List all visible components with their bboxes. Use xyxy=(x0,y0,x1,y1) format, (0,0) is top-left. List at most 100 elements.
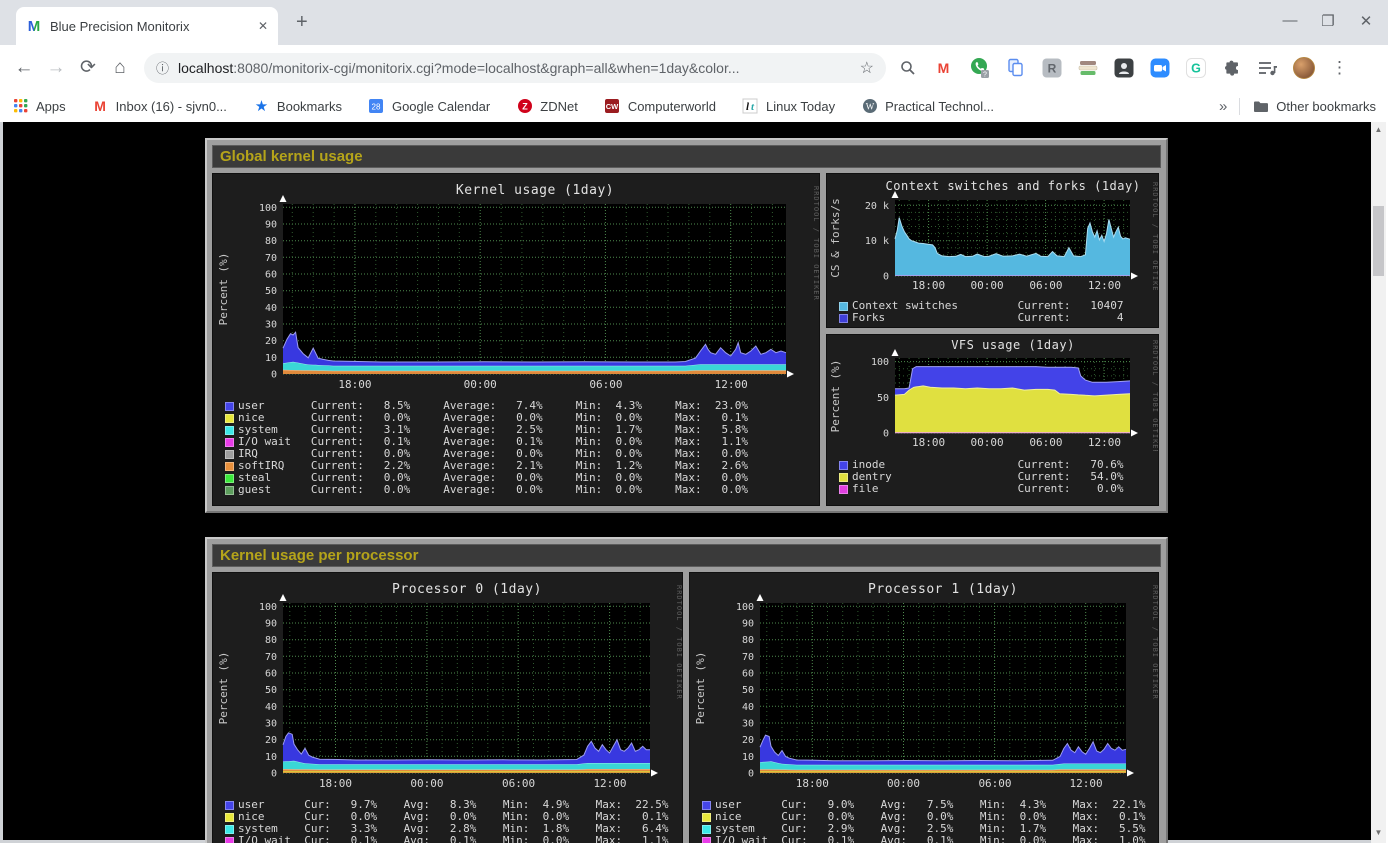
copy-pages-icon[interactable] xyxy=(1004,56,1027,79)
bookmark-item[interactable]: ★Bookmarks xyxy=(253,98,342,115)
other-bookmarks-button[interactable]: Other bookmarks xyxy=(1252,98,1376,115)
window-minimize-icon[interactable]: — xyxy=(1282,12,1298,30)
scrollbar-thumb[interactable] xyxy=(1373,206,1384,276)
section-title: Kernel usage per processor xyxy=(220,547,418,564)
legend-swatch xyxy=(839,302,848,311)
svg-text:0: 0 xyxy=(271,370,277,381)
svg-text:06:00: 06:00 xyxy=(502,777,535,790)
page-info-icon[interactable]: ⓘ xyxy=(156,58,169,77)
page-scrollbar[interactable]: ▲ ▼ xyxy=(1371,122,1386,843)
chart-kernel-usage[interactable]: 010203040506070809010018:0000:0006:0012:… xyxy=(212,173,820,506)
puzzle-icon[interactable] xyxy=(1220,56,1243,79)
legend-swatch xyxy=(225,450,234,459)
browser-toolbar: ← → ⟳ ⌂ ⓘ localhost :8080/monitorix-cgi/… xyxy=(0,45,1388,90)
cw-icon: CW xyxy=(604,98,621,115)
calendar-icon: 28 xyxy=(368,98,385,115)
legend-swatch xyxy=(225,825,234,834)
svg-text:Percent (%): Percent (%) xyxy=(829,360,842,433)
bookmark-item[interactable]: CWComputerworld xyxy=(604,98,716,115)
window-close-icon[interactable]: ✕ xyxy=(1358,12,1374,30)
svg-text:90: 90 xyxy=(265,619,277,630)
zoom-meet-icon[interactable] xyxy=(1148,56,1171,79)
chart-vfs-usage[interactable]: 05010018:0000:0006:0012:00VFS usage (1da… xyxy=(826,334,1159,506)
svg-text:Z: Z xyxy=(522,102,528,112)
svg-text:50: 50 xyxy=(265,286,277,297)
svg-text:RRDTOOL / TOBI OETIKER: RRDTOOL / TOBI OETIKER xyxy=(812,186,819,301)
legend-swatch xyxy=(225,426,234,435)
svg-text:90: 90 xyxy=(265,220,277,231)
profile-icon[interactable] xyxy=(1292,56,1315,79)
home-button[interactable]: ⌂ xyxy=(104,57,136,79)
url-path: :8080/monitorix-cgi/monitorix.cgi?mode=l… xyxy=(233,60,739,76)
chart-processor-0[interactable]: 010203040506070809010018:0000:0006:0012:… xyxy=(212,572,683,843)
chart-context-switches[interactable]: 010 k20 k18:0000:0006:0012:00Context swi… xyxy=(826,173,1159,328)
svg-text:RRDTOOL / TOBI OETIKER: RRDTOOL / TOBI OETIKER xyxy=(1151,585,1158,700)
reload-button[interactable]: ⟳ xyxy=(72,56,104,79)
bookmark-item[interactable]: Z ZDNet xyxy=(516,98,578,115)
browser-tab[interactable]: M Blue Precision Monitorix ✕ xyxy=(16,7,278,45)
bookmarks-overflow-icon[interactable]: » xyxy=(1219,98,1240,115)
linuxtoday-icon: lt xyxy=(742,98,759,115)
bookmark-item[interactable]: MInbox (16) - sjvn0... xyxy=(92,98,227,115)
bookmark-item[interactable]: 28 Google Calendar xyxy=(368,98,490,115)
svg-text:00:00: 00:00 xyxy=(464,378,497,391)
svg-text:10: 10 xyxy=(265,752,277,763)
svg-text:0: 0 xyxy=(883,429,889,440)
svg-text:0: 0 xyxy=(271,769,277,780)
monitorix-favicon: M xyxy=(26,18,42,34)
legend-swatch xyxy=(225,837,234,843)
legend-swatch xyxy=(225,462,234,471)
google-voice-icon[interactable]: ? xyxy=(968,56,991,79)
r-ext-icon[interactable]: R xyxy=(1040,56,1063,79)
chart-proc1-plot: 010203040506070809010018:0000:0006:0012:… xyxy=(690,573,1158,791)
svg-text:30: 30 xyxy=(265,320,277,331)
svg-text:Kernel usage (1day): Kernel usage (1day) xyxy=(456,183,614,198)
media-list-icon[interactable] xyxy=(1256,56,1279,79)
scrollbar-up-arrow[interactable]: ▲ xyxy=(1371,122,1386,137)
svg-text:20: 20 xyxy=(742,735,754,746)
window-frame-left xyxy=(0,122,3,843)
svg-text:G: G xyxy=(1191,61,1201,75)
bookmark-item[interactable]: WPractical Technol... xyxy=(861,98,994,115)
gmail-icon[interactable]: M xyxy=(932,56,955,79)
legend-swatch xyxy=(225,813,234,822)
bookmark-star-icon[interactable]: ☆ xyxy=(860,58,874,78)
chart-proc0-plot: 010203040506070809010018:0000:0006:0012:… xyxy=(213,573,682,791)
scrollbar-down-arrow[interactable]: ▼ xyxy=(1371,825,1386,840)
bookmark-item[interactable]: Apps xyxy=(12,98,66,115)
legend-text: I/O wait Cur: 0.1% Avg: 0.1% Min: 0.0% M… xyxy=(715,835,1145,843)
svg-text:100: 100 xyxy=(259,602,277,613)
search-icon[interactable] xyxy=(896,56,919,79)
legend-swatch xyxy=(702,801,711,810)
legend-swatch xyxy=(225,414,234,423)
url-bar[interactable]: ⓘ localhost :8080/monitorix-cgi/monitori… xyxy=(144,53,886,83)
chart-legend: user Current: 8.5% Average: 7.4% Min: 4.… xyxy=(225,400,819,496)
section-kernel-usage-per-processor: Kernel usage per processor 0102030405060… xyxy=(205,537,1168,843)
menu-icon[interactable]: ⋮ xyxy=(1328,56,1351,79)
section-header: Global kernel usage xyxy=(212,145,1161,168)
legend-text: file Current: 0.0% xyxy=(852,483,1124,495)
window-maximize-icon[interactable]: ❐ xyxy=(1320,12,1336,30)
gmail-icon: M xyxy=(92,98,109,115)
new-tab-button[interactable]: + xyxy=(296,12,308,32)
bookmark-label: Google Calendar xyxy=(392,99,490,114)
dark-ext-icon[interactable] xyxy=(1112,56,1135,79)
folder-icon xyxy=(1252,98,1269,115)
svg-text:06:00: 06:00 xyxy=(1029,436,1062,449)
svg-text:100: 100 xyxy=(871,357,889,368)
svg-text:60: 60 xyxy=(265,669,277,680)
books-icon[interactable] xyxy=(1076,56,1099,79)
other-bookmarks-label: Other bookmarks xyxy=(1276,99,1376,114)
bookmarks-bar: Apps MInbox (16) - sjvn0... ★Bookmarks 28 Go… xyxy=(0,90,1388,122)
svg-text:12:00: 12:00 xyxy=(1070,777,1103,790)
forward-button[interactable]: → xyxy=(40,57,72,79)
grammarly-icon[interactable]: G xyxy=(1184,56,1207,79)
back-button[interactable]: ← xyxy=(8,57,40,79)
bookmark-label: ZDNet xyxy=(540,99,578,114)
svg-text:RRDTOOL / TOBI OETIKER: RRDTOOL / TOBI OETIKER xyxy=(1151,340,1158,451)
tab-close-icon[interactable]: ✕ xyxy=(258,19,268,33)
chart-processor-1[interactable]: 010203040506070809010018:0000:0006:0012:… xyxy=(689,572,1159,843)
svg-text:60: 60 xyxy=(742,669,754,680)
bookmark-item[interactable]: ltLinux Today xyxy=(742,98,835,115)
svg-text:10 k: 10 k xyxy=(865,236,889,247)
